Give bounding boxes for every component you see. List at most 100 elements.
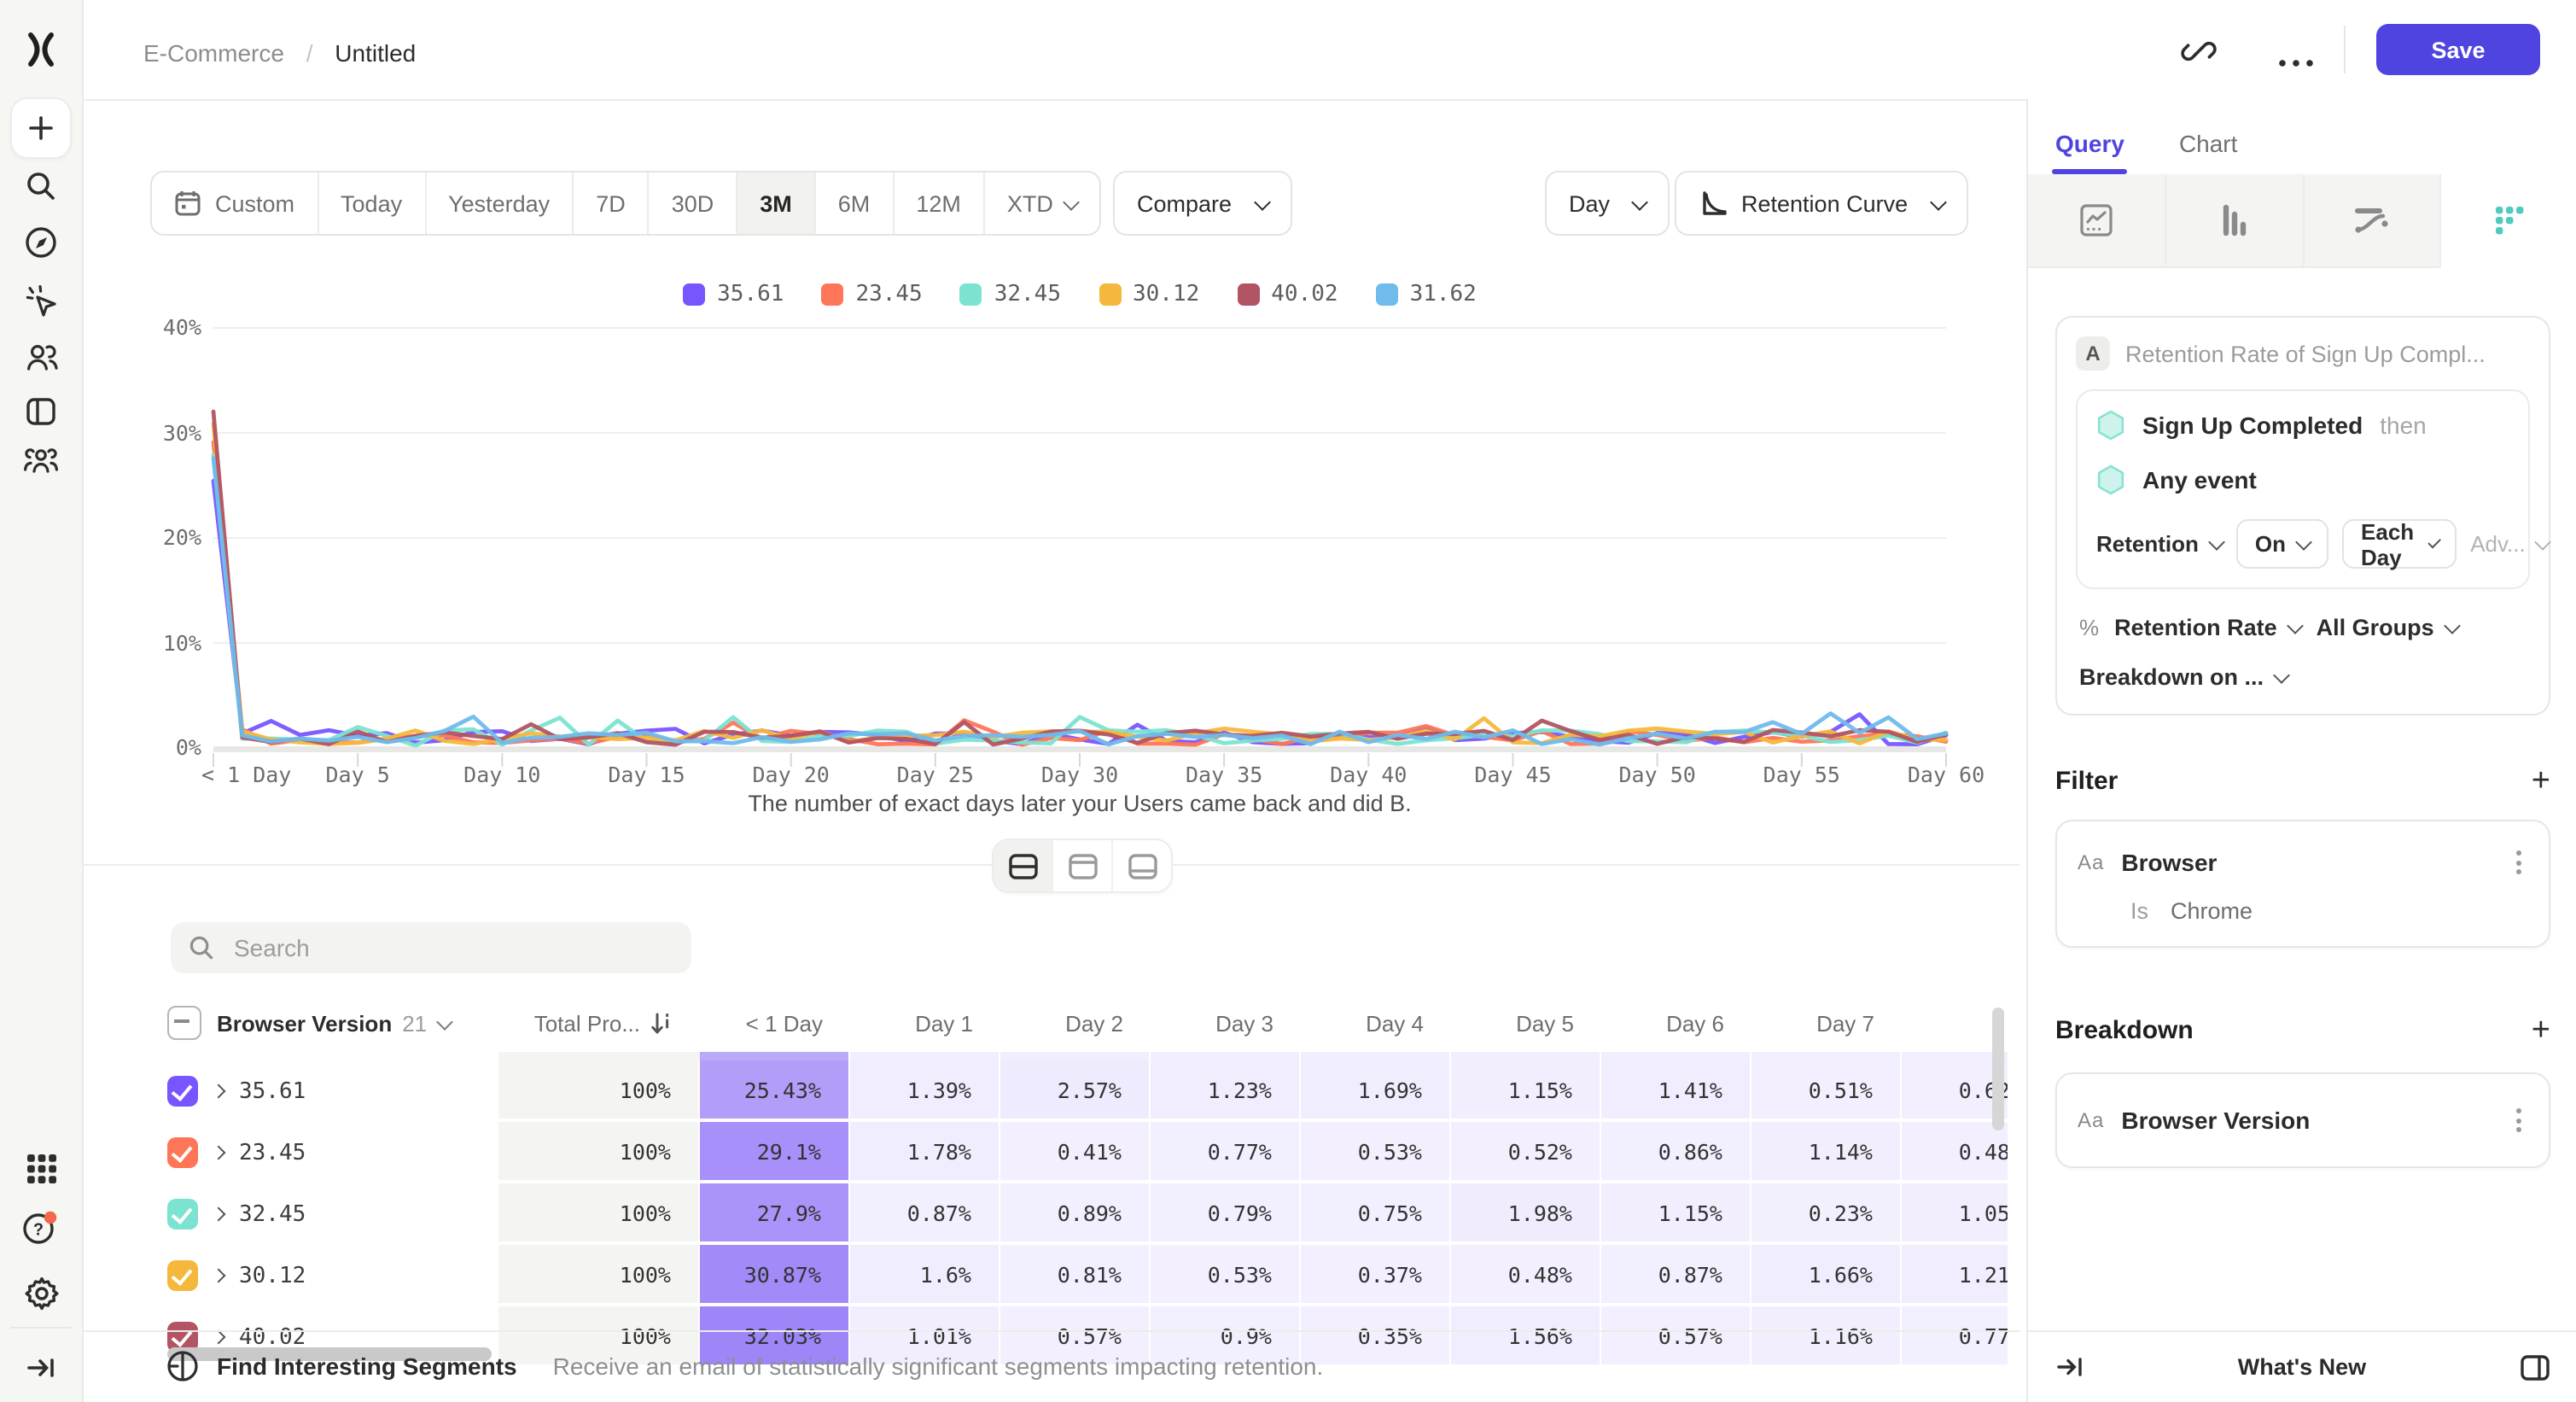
discover-compass-icon[interactable] — [20, 222, 61, 263]
day-column-header[interactable]: Day 5 — [1451, 994, 1601, 1052]
sort-icon[interactable] — [650, 1010, 673, 1036]
table-search[interactable] — [171, 922, 691, 973]
events-cursor-icon[interactable] — [20, 280, 61, 321]
day-column-header[interactable]: Day 7 — [1751, 994, 1902, 1052]
range-button-yesterday[interactable]: Yesterday — [426, 172, 574, 234]
report-funnels-button[interactable] — [2166, 174, 2305, 266]
filter-operator[interactable]: Is — [2130, 898, 2148, 924]
breakdown-on-dropdown[interactable]: Breakdown on ... — [2079, 664, 2288, 690]
cohorts-group-icon[interactable] — [20, 441, 61, 482]
range-button-7d[interactable]: 7D — [574, 172, 650, 234]
add-breakdown-button[interactable]: + — [2532, 1019, 2550, 1043]
row-name-cell[interactable]: 30.12 — [157, 1245, 498, 1306]
table-vertical-scrollbar[interactable] — [1992, 1008, 2004, 1130]
day-column-header[interactable]: Day 6 — [1601, 994, 1751, 1052]
apps-grid-icon[interactable] — [20, 1148, 61, 1189]
range-button-6m[interactable]: 6M — [816, 172, 895, 234]
report-retention-button[interactable] — [2442, 174, 2576, 268]
create-button[interactable] — [10, 97, 72, 159]
row-checkbox[interactable] — [167, 1137, 198, 1168]
legend-item-32.45[interactable]: 32.45 — [960, 282, 1061, 307]
copy-link-icon[interactable] — [2180, 32, 2218, 79]
table-row-23.45[interactable]: 23.45100%29.1%1.78%0.41%0.77%0.53%0.52%0… — [157, 1122, 2008, 1183]
chart-type-dropdown[interactable]: Retention Curve — [1675, 171, 1967, 236]
each-day-dropdown[interactable]: Each Day — [2342, 519, 2457, 569]
on-dropdown[interactable]: On — [2236, 519, 2328, 569]
metric-title[interactable]: Retention Rate of Sign Up Compl... — [2125, 341, 2486, 366]
legend-item-35.61[interactable]: 35.61 — [683, 282, 784, 307]
table-row-30.12[interactable]: 30.12100%30.87%1.6%0.81%0.53%0.37%0.48%0… — [157, 1245, 2008, 1306]
layout-split-button[interactable] — [994, 840, 1053, 891]
row-checkbox[interactable] — [167, 1199, 198, 1230]
report-title[interactable]: Untitled — [335, 39, 416, 67]
expand-sidebar-icon[interactable] — [20, 1347, 61, 1388]
users-icon[interactable] — [20, 336, 61, 377]
settings-gear-icon[interactable] — [20, 1272, 61, 1313]
filter-kebab-icon[interactable] — [2509, 844, 2528, 881]
row-checkbox[interactable] — [167, 1260, 198, 1291]
expand-row-icon[interactable] — [212, 1084, 226, 1099]
group-column-header[interactable]: Browser Version 21 — [157, 994, 498, 1052]
table-row-32.45[interactable]: 32.45100%27.9%0.87%0.89%0.79%0.75%1.98%1… — [157, 1183, 2008, 1245]
report-insights-button[interactable] — [2028, 174, 2166, 266]
retention-type-dropdown[interactable]: Retention — [2096, 531, 2223, 557]
range-button-3m[interactable]: 3M — [737, 172, 816, 234]
panel-layout-icon[interactable] — [2520, 1353, 2550, 1381]
breakdown-kebab-icon[interactable] — [2509, 1101, 2528, 1139]
legend-item-31.62[interactable]: 31.62 — [1376, 282, 1477, 307]
search-icon[interactable] — [20, 166, 61, 207]
compare-button[interactable]: Compare — [1113, 171, 1291, 236]
add-filter-button[interactable]: + — [2532, 769, 2550, 793]
total-column-header[interactable]: Total Pro... — [498, 994, 700, 1052]
search-input[interactable] — [230, 932, 647, 963]
range-button-custom[interactable]: Custom — [152, 172, 318, 234]
day-column-header[interactable]: Day 3 — [1151, 994, 1301, 1052]
return-event-row[interactable]: Any event — [2096, 464, 2509, 495]
panel-tab-chart[interactable]: Chart — [2179, 130, 2237, 174]
range-button-today[interactable]: Today — [318, 172, 426, 234]
measure-dropdown[interactable]: Retention Rate — [2114, 615, 2301, 640]
breadcrumb-project[interactable]: E-Commerce — [143, 39, 284, 67]
day-column-header[interactable]: Day 2 — [1000, 994, 1151, 1052]
save-button[interactable]: Save — [2376, 24, 2540, 75]
range-button-12m[interactable]: 12M — [894, 172, 985, 234]
day-column-header[interactable]: < 1 Day — [700, 994, 850, 1052]
row-name-cell[interactable]: 23.45 — [157, 1122, 498, 1183]
legend-item-23.45[interactable]: 23.45 — [821, 282, 922, 307]
report-flows-button[interactable] — [2304, 174, 2442, 266]
legend-item-30.12[interactable]: 30.12 — [1099, 282, 1199, 307]
row-name-cell[interactable]: 32.45 — [157, 1183, 498, 1245]
find-segments-bar[interactable]: Find Interesting Segments Receive an ema… — [166, 1349, 1323, 1383]
boards-icon[interactable] — [20, 391, 61, 432]
collapse-panel-icon[interactable] — [2055, 1354, 2084, 1380]
range-button-xtd[interactable]: XTD — [985, 172, 1099, 234]
filter-value[interactable]: Chrome — [2171, 898, 2253, 924]
table-row-35.61[interactable]: 35.61100%25.43%1.39%2.57%1.23%1.69%1.15%… — [157, 1060, 2008, 1122]
layout-chart-top-button[interactable] — [1053, 840, 1113, 891]
row-checkbox[interactable] — [167, 1076, 198, 1107]
expand-row-icon[interactable] — [212, 1207, 226, 1222]
select-all-checkbox[interactable] — [167, 1006, 201, 1040]
panel-tab-query[interactable]: Query — [2055, 130, 2124, 174]
expand-row-icon[interactable] — [212, 1330, 226, 1345]
expand-row-icon[interactable] — [212, 1269, 226, 1283]
legend-item-40.02[interactable]: 40.02 — [1237, 282, 1338, 307]
first-event-row[interactable]: Sign Up Completed then — [2096, 410, 2509, 441]
filter-card[interactable]: Aa Browser Is Chrome — [2055, 820, 2550, 948]
row-name-cell[interactable]: 35.61 — [157, 1060, 498, 1122]
help-icon[interactable]: ? — [20, 1207, 61, 1248]
filter-property[interactable]: Browser — [2121, 849, 2492, 876]
granularity-dropdown[interactable]: Day — [1545, 171, 1670, 236]
advanced-dropdown[interactable]: Adv... — [2470, 531, 2550, 557]
groups-dropdown[interactable]: All Groups — [2317, 615, 2458, 640]
mixpanel-logo-icon[interactable] — [20, 29, 61, 70]
day-column-header[interactable]: Day 4 — [1301, 994, 1451, 1052]
breakdown-card[interactable]: Aa Browser Version — [2055, 1072, 2550, 1168]
whats-new-link[interactable]: What's New — [2084, 1354, 2520, 1380]
expand-row-icon[interactable] — [212, 1146, 226, 1160]
layout-chart-bottom-button[interactable] — [1113, 840, 1171, 891]
range-button-30d[interactable]: 30D — [650, 172, 738, 234]
breakdown-property[interactable]: Browser Version — [2121, 1107, 2492, 1134]
more-options-icon[interactable] — [2277, 46, 2315, 77]
day-column-header[interactable]: Day 1 — [850, 994, 1000, 1052]
